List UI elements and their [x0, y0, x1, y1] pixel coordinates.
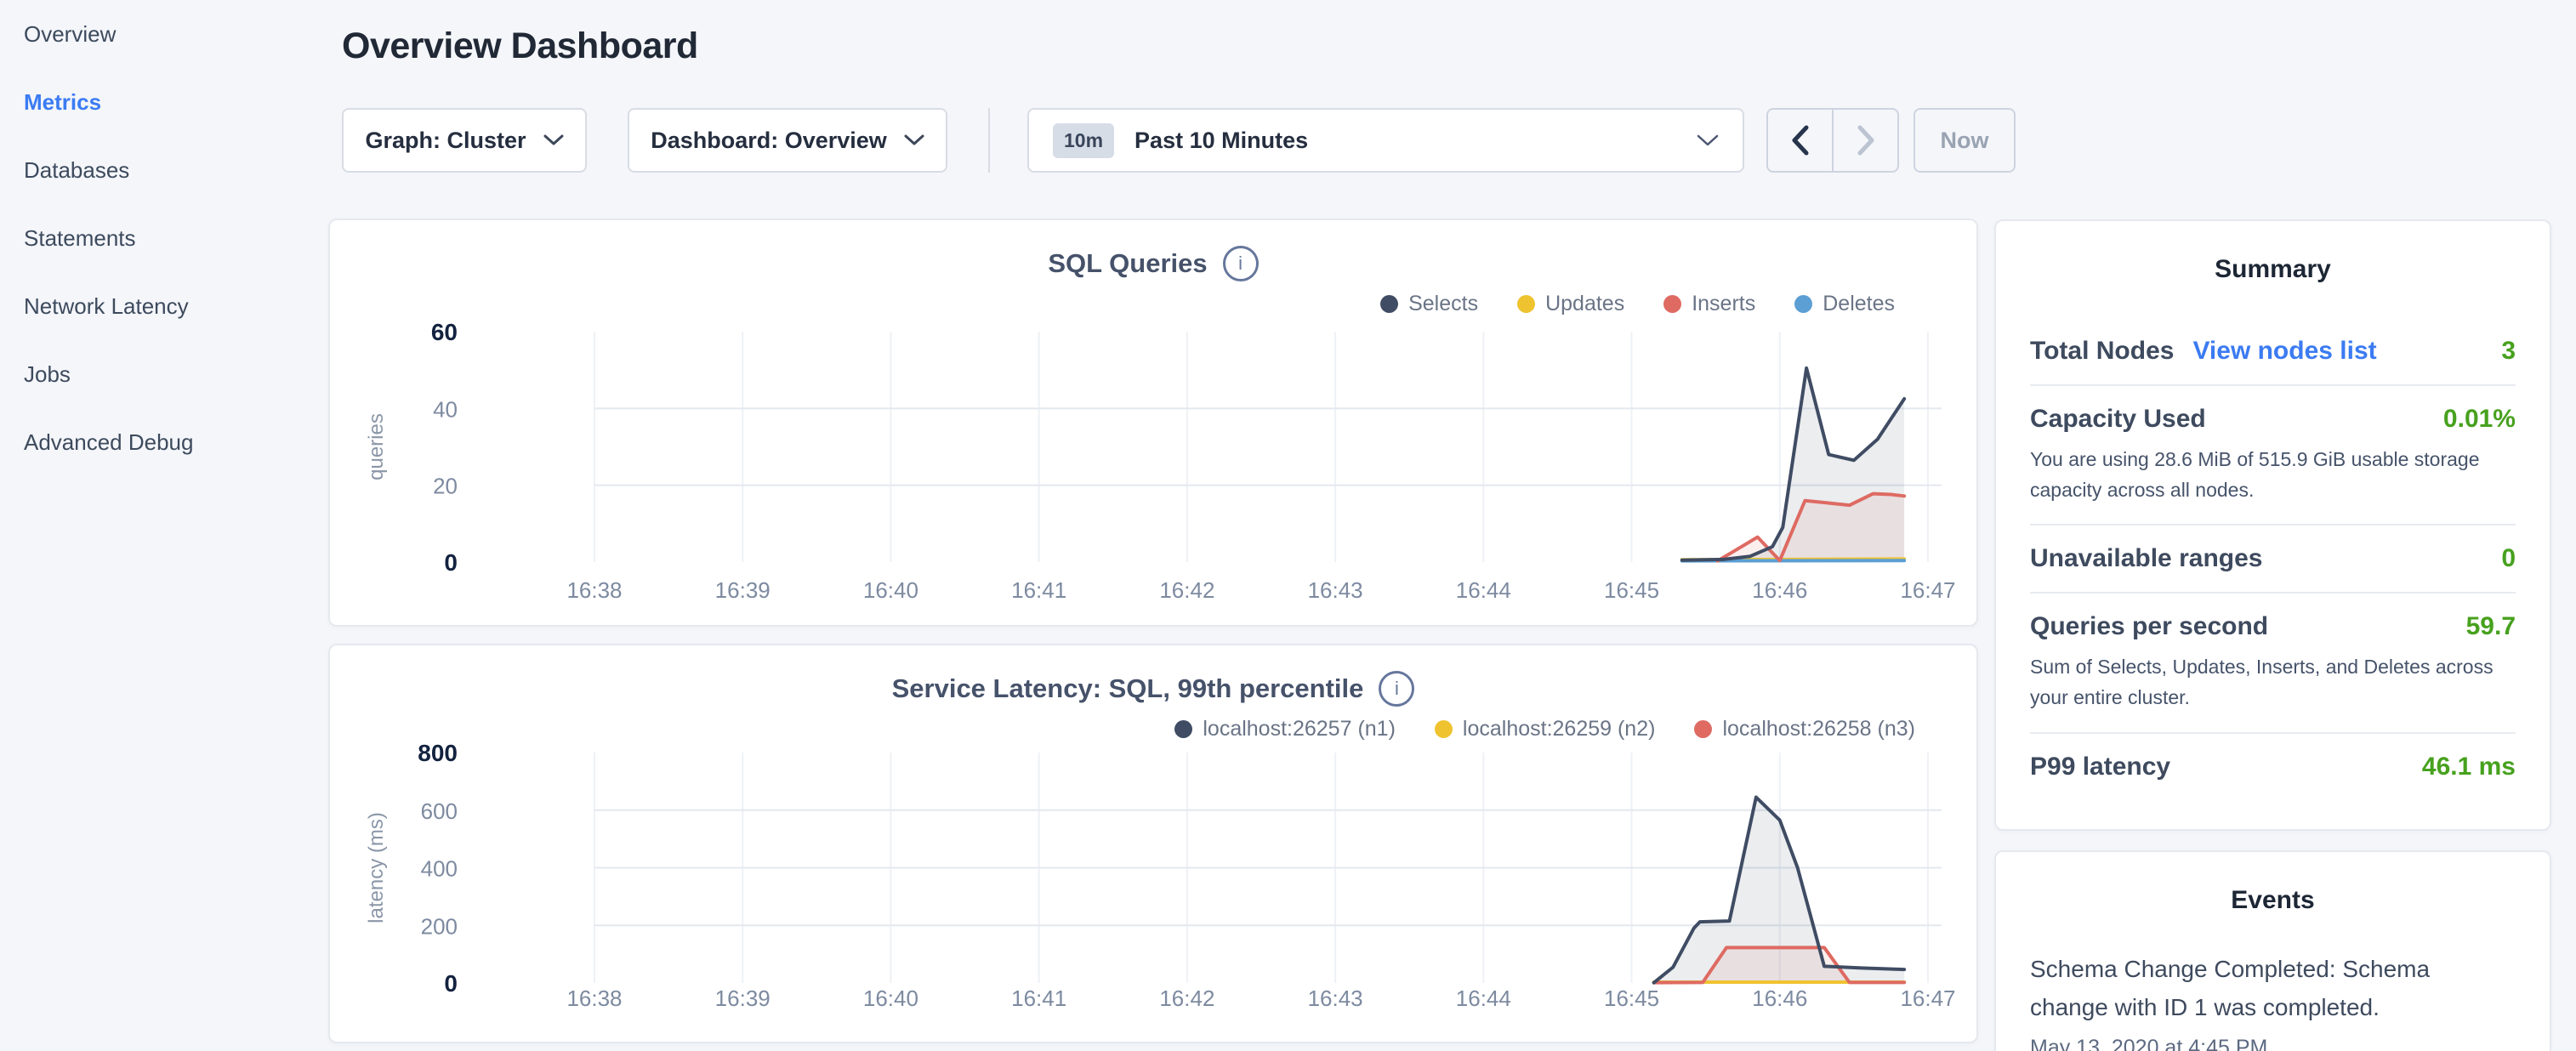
sidebar-item-advanced-debug[interactable]: Advanced Debug	[0, 408, 328, 476]
app-root: Overview Metrics Databases Statements Ne…	[0, 0, 2576, 1051]
summary-row-value: 0.01%	[2443, 405, 2516, 434]
service-latency-chart-card: Service Latency: SQL, 99th percentile i …	[328, 644, 1978, 1043]
summary-panel: Summary Total Nodes View nodes list 3 Ca…	[1994, 219, 2551, 831]
summary-row-queries-per-second: Queries per second 59.7 Sum of Selects, …	[2030, 592, 2516, 731]
svg-text:16:46: 16:46	[1752, 577, 1807, 603]
svg-text:16:40: 16:40	[863, 577, 918, 603]
graph-scope-dropdown-label: Graph: Cluster	[365, 128, 526, 154]
graph-scope-dropdown[interactable]: Graph: Cluster	[342, 108, 587, 173]
sidebar-item-databases[interactable]: Databases	[0, 136, 328, 204]
svg-text:16:47: 16:47	[1900, 986, 1955, 1011]
svg-text:0: 0	[444, 970, 458, 997]
sidebar-item-overview[interactable]: Overview	[0, 0, 328, 68]
summary-row-label: Unavailable ranges	[2030, 544, 2262, 573]
summary-row-label: Total Nodes	[2030, 337, 2174, 366]
summary-title: Summary	[2030, 255, 2516, 284]
event-timestamp: May 13, 2020 at 4:45 PM	[2030, 1036, 2516, 1051]
svg-text:16:43: 16:43	[1308, 986, 1363, 1011]
svg-text:16:42: 16:42	[1159, 986, 1214, 1011]
svg-text:16:47: 16:47	[1900, 577, 1955, 603]
chevron-left-icon	[1791, 125, 1810, 156]
chevron-down-icon	[904, 134, 924, 146]
time-range-badge: 10m	[1053, 123, 1114, 158]
summary-row-description: You are using 28.6 MiB of 515.9 GiB usab…	[2030, 445, 2516, 505]
svg-text:16:44: 16:44	[1456, 577, 1511, 603]
summary-row-capacity-used: Capacity Used 0.01% You are using 28.6 M…	[2030, 384, 2516, 524]
summary-row-value: 46.1 ms	[2422, 753, 2516, 781]
dashboard-dropdown[interactable]: Dashboard: Overview	[628, 108, 947, 173]
svg-text:16:44: 16:44	[1456, 986, 1511, 1011]
time-range-dropdown[interactable]: 10m Past 10 Minutes	[1027, 108, 1744, 173]
svg-text:16:38: 16:38	[566, 577, 622, 603]
svg-text:20: 20	[433, 474, 458, 499]
summary-row-label: P99 latency	[2030, 753, 2170, 781]
svg-text:queries: queries	[365, 413, 388, 480]
service-latency-chart-plot[interactable]: 16:38 16:39 16:40 16:41 16:42 16:43 16:44 16:45…	[330, 645, 1980, 1045]
sql-queries-chart-plot[interactable]: 16:38 16:39 16:40 16:41 16:42 16:43 16:44 16:45…	[330, 220, 1980, 628]
summary-row-value: 59.7	[2466, 612, 2516, 641]
page-title: Overview Dashboard	[342, 26, 698, 67]
summary-row-unavailable-ranges: Unavailable ranges 0	[2030, 524, 2516, 592]
svg-text:600: 600	[421, 798, 458, 824]
now-button[interactable]: Now	[1914, 108, 2016, 173]
sql-queries-chart-card: SQL Queries i SelectsUpdatesInsertsDelet…	[328, 219, 1978, 627]
summary-row-label: Capacity Used	[2030, 405, 2206, 434]
sidebar-item-metrics[interactable]: Metrics	[0, 68, 328, 136]
svg-text:16:46: 16:46	[1752, 986, 1807, 1011]
sidebar-item-network-latency[interactable]: Network Latency	[0, 272, 328, 340]
svg-text:16:38: 16:38	[566, 986, 622, 1011]
sidebar: Overview Metrics Databases Statements Ne…	[0, 0, 328, 1051]
svg-text:16:41: 16:41	[1011, 577, 1066, 603]
dashboard-dropdown-label: Dashboard: Overview	[651, 128, 887, 154]
chevron-down-icon	[1697, 134, 1719, 147]
time-next-button[interactable]	[1832, 110, 1897, 171]
svg-text:40: 40	[433, 396, 458, 422]
summary-row-description: Sum of Selects, Updates, Inserts, and De…	[2030, 652, 2516, 713]
toolbar-divider	[988, 108, 990, 173]
svg-text:16:40: 16:40	[863, 986, 918, 1011]
time-range-label: Past 10 Minutes	[1134, 128, 1308, 154]
sidebar-item-jobs[interactable]: Jobs	[0, 340, 328, 408]
view-nodes-list-link[interactable]: View nodes list	[2192, 337, 2376, 366]
svg-text:16:41: 16:41	[1011, 986, 1066, 1011]
svg-text:latency (ms): latency (ms)	[365, 812, 388, 923]
summary-row-value: 3	[2501, 337, 2516, 366]
summary-row-p99-latency: P99 latency 46.1 ms	[2030, 732, 2516, 800]
event-text: Schema Change Completed: Schema change w…	[2030, 951, 2438, 1027]
event-list-item: Schema Change Completed: Schema change w…	[2030, 951, 2516, 1051]
summary-row-label: Queries per second	[2030, 612, 2268, 641]
chevron-right-icon	[1857, 125, 1875, 156]
svg-text:60: 60	[431, 319, 458, 345]
chevron-down-icon	[543, 134, 564, 146]
svg-text:200: 200	[421, 913, 458, 939]
svg-text:16:45: 16:45	[1604, 986, 1659, 1011]
svg-text:16:42: 16:42	[1159, 577, 1214, 603]
events-panel: Events Schema Change Completed: Schema c…	[1994, 850, 2551, 1051]
svg-text:400: 400	[421, 856, 458, 882]
svg-text:16:39: 16:39	[715, 986, 771, 1011]
svg-text:16:45: 16:45	[1604, 577, 1659, 603]
svg-text:16:43: 16:43	[1308, 577, 1363, 603]
summary-row-value: 0	[2501, 544, 2516, 573]
events-title: Events	[2030, 886, 2516, 915]
svg-text:16:39: 16:39	[715, 577, 771, 603]
svg-text:0: 0	[444, 549, 458, 576]
time-prev-button[interactable]	[1768, 110, 1832, 171]
svg-text:800: 800	[418, 740, 458, 766]
sidebar-item-statements[interactable]: Statements	[0, 204, 328, 272]
summary-row-total-nodes: Total Nodes View nodes list 3	[2030, 318, 2516, 384]
time-nav-buttons	[1766, 108, 1899, 173]
